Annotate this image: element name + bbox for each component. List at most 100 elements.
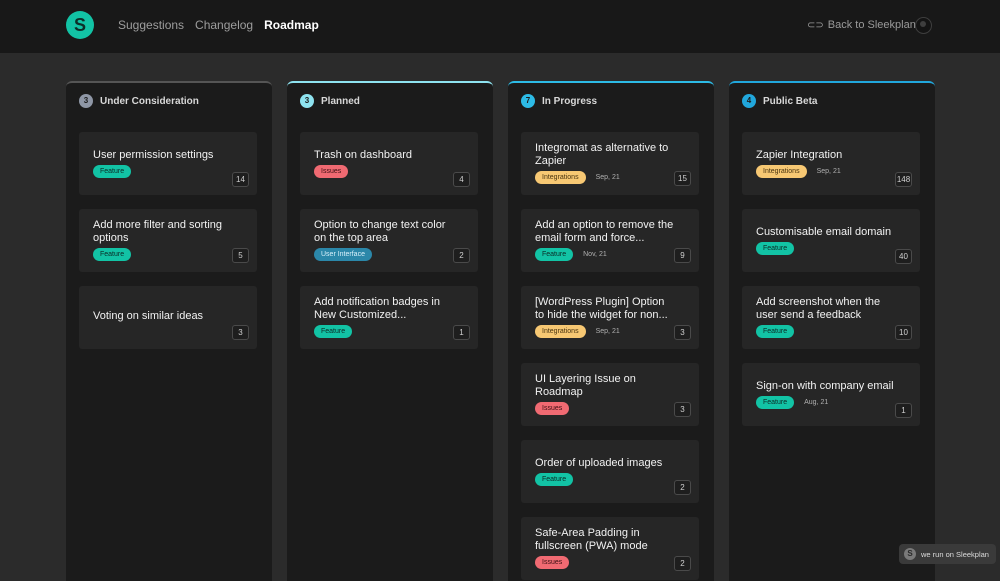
card-meta: Feature Aug, 21 [756, 396, 828, 409]
sleekplan-icon: S [904, 548, 916, 560]
card-meta: Feature [314, 325, 353, 338]
sleekplan-logo[interactable]: S [66, 11, 94, 39]
roadmap-card[interactable]: Order of uploaded images Feature 2 [521, 440, 699, 503]
card-meta: User Interface [314, 248, 372, 261]
column-header: 3 Planned [300, 94, 360, 108]
card-title: [WordPress Plugin] Option to hide the wi… [535, 296, 668, 321]
vote-count[interactable]: 2 [674, 556, 691, 571]
roadmap-card[interactable]: Customisable email domain Feature 40 [742, 209, 920, 272]
card-meta: Feature Nov, 21 [535, 248, 607, 261]
tag-badge: Feature [756, 242, 795, 255]
vote-count[interactable]: 3 [674, 402, 691, 417]
vote-count[interactable]: 4 [453, 172, 470, 187]
vote-count[interactable]: 2 [674, 480, 691, 495]
card-meta: Integrations Sep, 21 [756, 165, 841, 178]
card-meta: Feature [535, 473, 574, 486]
column-count: 7 [521, 94, 535, 108]
vote-count[interactable]: 1 [895, 403, 912, 418]
vote-count[interactable]: 3 [674, 325, 691, 340]
tag-badge: User Interface [314, 248, 372, 261]
tag-badge: Feature [535, 248, 574, 261]
top-bar: S Suggestions Changelog Roadmap ⊂⊃ Back … [0, 0, 1000, 53]
card-meta: Feature [756, 242, 795, 255]
vote-count[interactable]: 10 [895, 325, 912, 340]
tag-badge: Integrations [756, 165, 807, 178]
column-planned: 3 Planned Trash on dashboard Issues 4 Op… [287, 81, 493, 581]
vote-count[interactable]: 3 [232, 325, 249, 340]
card-meta: Issues [535, 402, 570, 415]
tag-badge: Integrations [535, 171, 586, 184]
vote-count[interactable]: 2 [453, 248, 470, 263]
vote-count[interactable]: 5 [232, 248, 249, 263]
card-meta: Issues [535, 556, 570, 569]
roadmap-card[interactable]: Trash on dashboard Issues 4 [300, 132, 478, 195]
tag-badge: Issues [314, 165, 349, 178]
card-date: Sep, 21 [595, 328, 620, 335]
sleekplan-footer-badge[interactable]: S we run on Sleekplan [899, 544, 996, 564]
roadmap-card[interactable]: Zapier Integration Integrations Sep, 21 … [742, 132, 920, 195]
nav-changelog[interactable]: Changelog [195, 18, 253, 32]
vote-count[interactable]: 148 [895, 172, 912, 187]
roadmap-card[interactable]: UI Layering Issue on Roadmap Issues 3 [521, 363, 699, 426]
column-title: In Progress [542, 95, 598, 107]
roadmap-card[interactable]: [WordPress Plugin] Option to hide the wi… [521, 286, 699, 349]
column-public-beta: 4 Public Beta Zapier Integration Integra… [729, 81, 935, 581]
tag-badge: Feature [756, 396, 795, 409]
column-under-consideration: 3 Under Consideration User permission se… [66, 81, 272, 581]
card-title: Add more filter and sorting options [93, 219, 223, 244]
roadmap-card[interactable]: Add more filter and sorting options Feat… [79, 209, 257, 272]
card-title: Customisable email domain [756, 226, 892, 238]
roadmap-card[interactable]: User permission settings Feature 14 [79, 132, 257, 195]
roadmap-card[interactable]: Add screenshot when the user send a feed… [742, 286, 920, 349]
roadmap-card[interactable]: Integromat as alternative to Zapier Inte… [521, 132, 699, 195]
card-title: Trash on dashboard [314, 149, 413, 161]
column-header: 3 Under Consideration [79, 94, 199, 108]
roadmap-card[interactable]: Voting on similar ideas 3 [79, 286, 257, 349]
main-nav: Suggestions Changelog Roadmap [118, 18, 319, 32]
card-title: User permission settings [93, 149, 214, 161]
card-title: Zapier Integration [756, 149, 843, 161]
vote-count[interactable]: 15 [674, 171, 691, 186]
card-meta: Feature [93, 165, 132, 178]
card-title: Safe-Area Padding in fullscreen (PWA) mo… [535, 527, 648, 552]
card-title: Integromat as alternative to Zapier [535, 142, 669, 167]
roadmap-card[interactable]: Sign-on with company email Feature Aug, … [742, 363, 920, 426]
card-date: Aug, 21 [804, 399, 829, 406]
column-header: 4 Public Beta [742, 94, 817, 108]
tag-badge: Integrations [535, 325, 586, 338]
card-title: Sign-on with company email [756, 380, 894, 392]
card-title: UI Layering Issue on Roadmap [535, 373, 636, 398]
vote-count[interactable]: 1 [453, 325, 470, 340]
roadmap-card[interactable]: Add notification badges in New Customize… [300, 286, 478, 349]
column-title: Planned [321, 95, 360, 107]
link-icon: ⊂⊃ [807, 19, 824, 31]
card-date: Sep, 21 [816, 168, 841, 175]
column-title: Public Beta [763, 95, 818, 107]
nav-roadmap[interactable]: Roadmap [264, 18, 319, 32]
vote-count[interactable]: 9 [674, 248, 691, 263]
vote-count[interactable]: 40 [895, 249, 912, 264]
nav-suggestions[interactable]: Suggestions [118, 18, 184, 32]
back-link-label: Back to Sleekplan [827, 19, 916, 31]
roadmap-card[interactable]: Safe-Area Padding in fullscreen (PWA) mo… [521, 517, 699, 580]
column-header: 7 In Progress [521, 94, 597, 108]
tag-badge: Feature [93, 165, 132, 178]
roadmap-card[interactable]: Add an option to remove the email form a… [521, 209, 699, 272]
column-count: 4 [742, 94, 756, 108]
card-title: Option to change text color on the top a… [314, 219, 446, 244]
card-meta: Feature [756, 325, 795, 338]
card-title: Add notification badges in New Customize… [314, 296, 440, 321]
user-avatar[interactable] [915, 17, 932, 34]
tag-badge: Feature [93, 248, 132, 261]
card-date: Nov, 21 [583, 251, 607, 258]
column-count: 3 [79, 94, 93, 108]
tag-badge: Issues [535, 402, 570, 415]
card-meta: Integrations Sep, 21 [535, 171, 620, 184]
back-to-sleekplan-link[interactable]: ⊂⊃ Back to Sleekplan [807, 19, 916, 31]
roadmap-card[interactable]: Option to change text color on the top a… [300, 209, 478, 272]
card-meta: Integrations Sep, 21 [535, 325, 620, 338]
vote-count[interactable]: 14 [232, 172, 249, 187]
footer-badge-label: we run on Sleekplan [921, 549, 989, 559]
card-title: Voting on similar ideas [93, 310, 204, 322]
tag-badge: Feature [535, 473, 574, 486]
